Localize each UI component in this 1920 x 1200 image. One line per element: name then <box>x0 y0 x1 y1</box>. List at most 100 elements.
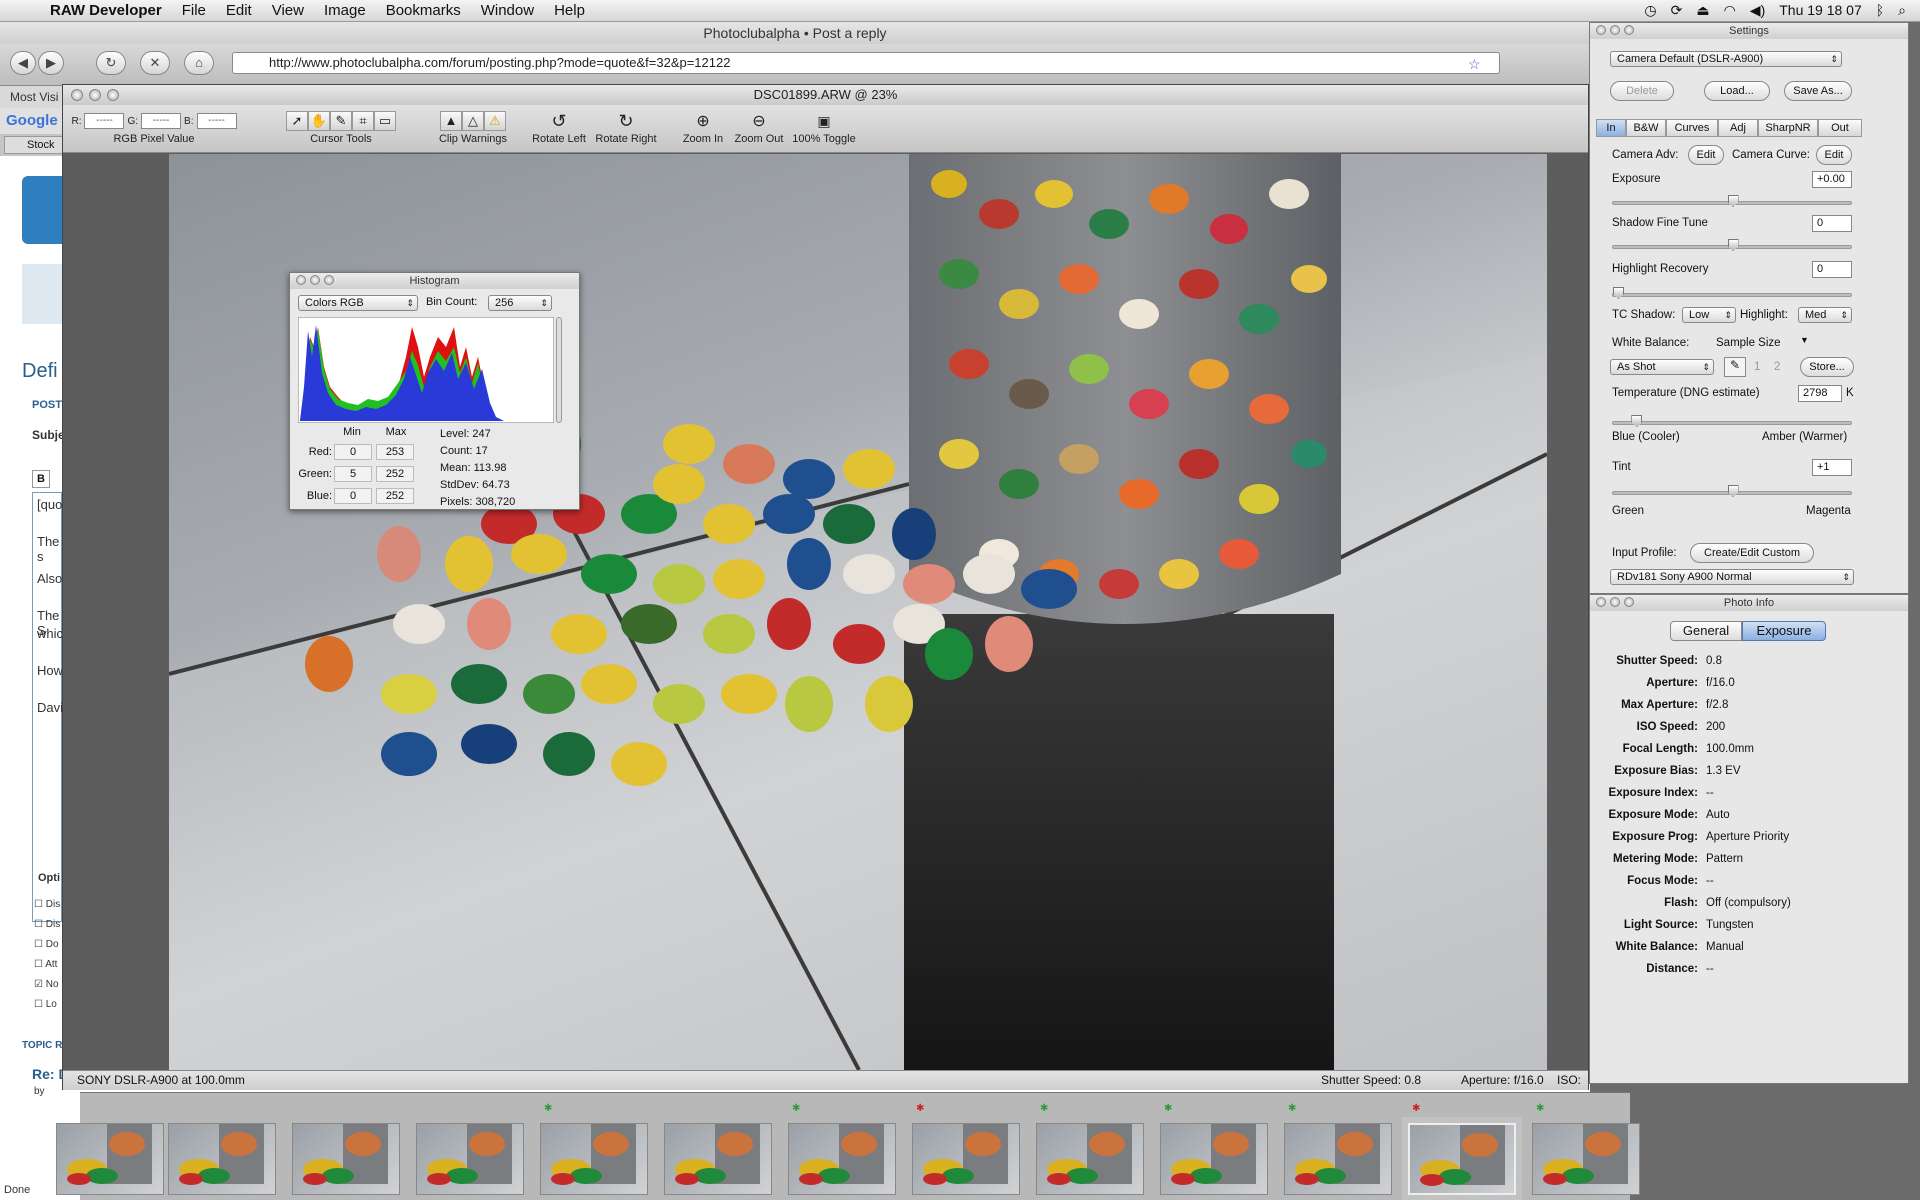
tint-knob[interactable] <box>1727 485 1739 497</box>
temperature-slider[interactable] <box>1612 415 1852 427</box>
delete-button[interactable]: Delete <box>1610 81 1674 101</box>
eject-icon[interactable]: ⏏ <box>1696 2 1709 19</box>
camera-adv-edit-button[interactable]: Edit <box>1688 145 1724 165</box>
tab-stock[interactable]: Stock <box>4 136 64 154</box>
histogram-scrollbar[interactable] <box>556 317 562 423</box>
spotlight-icon[interactable]: ⌕ <box>1898 2 1906 19</box>
temperature-input[interactable]: 2798 <box>1798 385 1842 402</box>
highlight-slider[interactable] <box>1612 287 1852 299</box>
filmstrip-thumbnail[interactable] <box>1532 1123 1640 1195</box>
ruler-tool-icon[interactable]: ▭ <box>374 111 396 131</box>
store-button[interactable]: Store... <box>1800 357 1854 377</box>
filmstrip-thumbnail[interactable] <box>56 1123 164 1195</box>
shadow-input[interactable]: 0 <box>1812 215 1852 232</box>
menu-edit[interactable]: Edit <box>216 2 262 19</box>
wb-select[interactable]: As Shot <box>1610 359 1714 375</box>
exposure-input[interactable]: +0.00 <box>1812 171 1852 188</box>
bin-count-select[interactable]: 256 <box>488 295 552 311</box>
shadow-knob[interactable] <box>1727 239 1739 251</box>
sync-icon[interactable]: ⟳ <box>1671 2 1683 19</box>
exposure-slider[interactable] <box>1612 195 1852 207</box>
menu-bookmarks[interactable]: Bookmarks <box>376 2 471 19</box>
camera-curve-edit-button[interactable]: Edit <box>1816 145 1852 165</box>
highlight-input[interactable]: 0 <box>1812 261 1852 278</box>
minimize-window-button[interactable] <box>89 89 101 101</box>
bold-button[interactable]: B <box>32 470 50 488</box>
toggle-100-button[interactable]: ▣ 100% Toggle <box>789 109 859 146</box>
sample-size-arrow-icon[interactable]: ▼ <box>1800 335 1809 345</box>
tab-general[interactable]: General <box>1670 621 1742 641</box>
zoom-out-button[interactable]: ⊖ Zoom Out <box>731 109 787 145</box>
histogram-minimize-button[interactable] <box>310 275 320 285</box>
sample-2[interactable]: 2 <box>1774 361 1780 373</box>
tc-shadow-select[interactable]: Low <box>1682 307 1736 323</box>
filmstrip-thumbnail[interactable] <box>788 1123 896 1195</box>
preset-select[interactable]: Camera Default (DSLR-A900) <box>1610 51 1842 67</box>
sample-1[interactable]: 1 <box>1754 361 1760 373</box>
tab-adj[interactable]: Adj <box>1718 119 1758 137</box>
forward-button[interactable]: ▶ <box>38 51 64 75</box>
clip-black-icon[interactable]: ▲ <box>440 111 462 131</box>
bookmark-most-visited[interactable]: Most Visi <box>10 90 58 104</box>
filmstrip-thumbnail[interactable] <box>540 1123 648 1195</box>
photo-info-close-button[interactable] <box>1596 597 1606 607</box>
shadow-slider[interactable] <box>1612 239 1852 251</box>
tab-exposure[interactable]: Exposure <box>1742 621 1826 641</box>
menu-help[interactable]: Help <box>544 2 595 19</box>
hand-tool-icon[interactable]: ✋ <box>308 111 330 131</box>
volume-icon[interactable]: ◀) <box>1750 2 1765 19</box>
bookmark-star-icon[interactable]: ☆ <box>1468 56 1481 73</box>
settings-minimize-button[interactable] <box>1610 25 1620 35</box>
temperature-knob[interactable] <box>1631 415 1643 427</box>
option-item[interactable]: ☐ Att <box>34 959 57 970</box>
profile-select[interactable]: RDv181 Sony A900 Normal <box>1610 569 1854 585</box>
highlight-knob[interactable] <box>1613 287 1624 299</box>
menu-image[interactable]: Image <box>314 2 376 19</box>
arrow-tool-icon[interactable]: ➚ <box>286 111 308 131</box>
menu-view[interactable]: View <box>262 2 314 19</box>
filmstrip-thumbnail[interactable] <box>912 1123 1020 1195</box>
zoom-window-button[interactable] <box>107 89 119 101</box>
filmstrip-thumbnail[interactable] <box>1284 1123 1392 1195</box>
exposure-knob[interactable] <box>1727 195 1739 207</box>
message-textarea[interactable]: [quot The s Also, The S whic Howe David <box>32 492 70 922</box>
filmstrip-thumbnail[interactable] <box>292 1123 400 1195</box>
filmstrip-thumbnail[interactable] <box>664 1123 772 1195</box>
time-machine-icon[interactable]: ◷ <box>1644 2 1656 19</box>
option-item[interactable]: ☐ Do <box>34 939 59 950</box>
menu-file[interactable]: File <box>172 2 216 19</box>
wifi-icon[interactable]: ◠ <box>1724 2 1736 19</box>
rotate-right-button[interactable]: ↻ Rotate Right <box>593 109 659 146</box>
tint-input[interactable]: +1 <box>1812 459 1852 476</box>
clip-color-icon[interactable]: ⚠ <box>484 111 506 131</box>
tint-slider[interactable] <box>1612 485 1852 497</box>
tab-curves[interactable]: Curves <box>1666 119 1718 137</box>
option-item[interactable]: ☑ No <box>34 979 59 990</box>
reload-button[interactable]: ↻ <box>96 51 126 75</box>
filmstrip-thumbnail[interactable] <box>1160 1123 1268 1195</box>
url-field[interactable]: http://www.photoclubalpha.com/forum/post… <box>232 52 1500 74</box>
option-item[interactable]: ☐ Dis <box>34 899 60 910</box>
filmstrip-thumbnail[interactable] <box>416 1123 524 1195</box>
clock[interactable]: Thu 19 18 07 <box>1779 2 1862 19</box>
photo-info-zoom-button[interactable] <box>1624 597 1634 607</box>
rotate-left-button[interactable]: ↺ Rotate Left <box>529 109 589 146</box>
filmstrip-thumbnail[interactable] <box>1036 1123 1144 1195</box>
create-custom-button[interactable]: Create/Edit Custom <box>1690 543 1814 563</box>
filmstrip-thumbnail[interactable] <box>1402 1117 1522 1200</box>
load-button[interactable]: Load... <box>1704 81 1770 101</box>
histogram-close-button[interactable] <box>296 275 306 285</box>
bluetooth-icon[interactable]: ᛒ <box>1876 2 1884 19</box>
settings-zoom-button[interactable] <box>1624 25 1634 35</box>
crop-tool-icon[interactable]: ⌗ <box>352 111 374 131</box>
eyedropper-tool-icon[interactable]: ✎ <box>330 111 352 131</box>
menu-app[interactable]: RAW Developer <box>40 2 172 19</box>
histogram-zoom-button[interactable] <box>324 275 334 285</box>
menu-window[interactable]: Window <box>471 2 544 19</box>
stop-button[interactable]: ✕ <box>140 51 170 75</box>
tab-sharpnr[interactable]: SharpNR <box>1758 119 1818 137</box>
zoom-in-button[interactable]: ⊕ Zoom In <box>679 109 727 145</box>
back-button[interactable]: ◀ <box>10 51 36 75</box>
tc-highlight-select[interactable]: Med <box>1798 307 1852 323</box>
histogram-mode-select[interactable]: Colors RGB <box>298 295 418 311</box>
